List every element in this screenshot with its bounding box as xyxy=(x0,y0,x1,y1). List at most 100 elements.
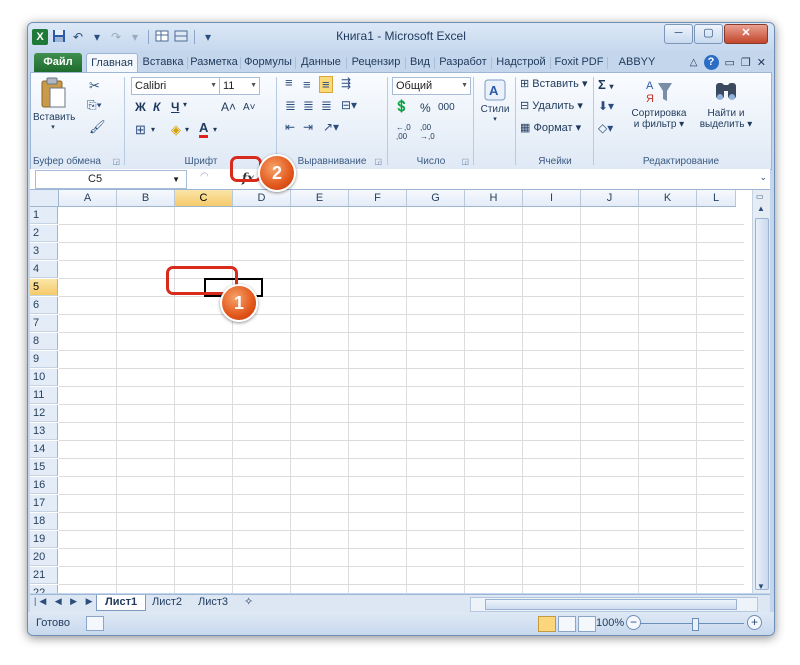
underline-button[interactable]: Ч xyxy=(171,100,179,114)
row-header-1[interactable]: 1 xyxy=(30,207,58,224)
help-icon[interactable]: ? xyxy=(703,55,719,70)
minimize-button[interactable]: ─ xyxy=(664,24,693,44)
split-box-icon[interactable]: ▭ xyxy=(756,192,764,201)
row-header-12[interactable]: 12 xyxy=(30,405,58,422)
row-header-5[interactable]: 5 xyxy=(30,279,58,296)
macro-record-icon[interactable] xyxy=(86,616,104,631)
normal-view-button[interactable] xyxy=(538,616,556,632)
close-button[interactable]: ✕ xyxy=(724,24,768,44)
bold-button[interactable]: Ж xyxy=(135,100,146,114)
maximize-button[interactable]: ▢ xyxy=(694,24,723,44)
sort-filter-button[interactable]: AЯ Сортировка и фильтр ▾ xyxy=(628,77,690,130)
fill-color-icon[interactable]: ◈ xyxy=(171,122,181,138)
row-header-14[interactable]: 14 xyxy=(30,441,58,458)
insert-cells-button[interactable]: ⊞ Вставить ▾ xyxy=(520,77,588,90)
sheet-tab-2[interactable]: Лист2 xyxy=(144,595,190,610)
row-header-13[interactable]: 13 xyxy=(30,423,58,440)
workbook-minimize-icon[interactable]: ▭ xyxy=(725,56,735,69)
tab-developer[interactable]: Разработ xyxy=(436,53,490,72)
column-header-b[interactable]: B xyxy=(117,190,175,207)
row-header-15[interactable]: 15 xyxy=(30,459,58,476)
vertical-scroll-thumb[interactable] xyxy=(755,218,769,590)
orientation-icon[interactable]: ↗▾ xyxy=(323,120,339,134)
formula-input[interactable] xyxy=(262,170,752,187)
workbook-close-icon[interactable]: ✕ xyxy=(757,56,766,69)
column-header-g[interactable]: G xyxy=(407,190,465,207)
row-header-9[interactable]: 9 xyxy=(30,351,58,368)
zoom-level[interactable]: 100% xyxy=(596,617,624,629)
fill-icon[interactable]: ⬇▾ xyxy=(598,99,614,113)
fill-dropdown-icon[interactable]: ▾ xyxy=(185,125,189,134)
column-header-e[interactable]: E xyxy=(291,190,349,207)
column-header-d[interactable]: D xyxy=(233,190,291,207)
grow-font-button[interactable]: A˄ xyxy=(221,100,236,114)
increase-decimal-button[interactable]: ←,0,00 xyxy=(396,123,411,141)
column-header-h[interactable]: H xyxy=(465,190,523,207)
align-top-icon[interactable]: ≡ xyxy=(285,75,293,90)
column-header-j[interactable]: J xyxy=(581,190,639,207)
minimize-ribbon-icon[interactable]: △ xyxy=(690,57,698,68)
row-header-4[interactable]: 4 xyxy=(30,261,58,278)
font-color-dropdown-icon[interactable]: ▾ xyxy=(213,125,217,134)
number-format-combo[interactable]: Общий ▼ xyxy=(392,77,471,95)
clear-icon[interactable]: ◇▾ xyxy=(598,121,613,135)
cut-icon[interactable]: ✂ xyxy=(89,78,100,94)
align-center-icon[interactable]: ≣ xyxy=(303,98,314,114)
tab-page-layout[interactable]: Разметка xyxy=(189,53,239,72)
tab-insert[interactable]: Вставка xyxy=(140,53,186,72)
page-break-view-button[interactable] xyxy=(578,616,596,632)
tab-data[interactable]: Данные xyxy=(297,53,345,72)
cell-area[interactable] xyxy=(59,207,744,593)
column-header-f[interactable]: F xyxy=(349,190,407,207)
row-header-21[interactable]: 21 xyxy=(30,567,58,584)
name-box[interactable]: C5 ▼ xyxy=(35,170,187,189)
cancel-entry-icon[interactable]: ◠ xyxy=(200,171,209,182)
tab-home[interactable]: Главная xyxy=(86,53,138,73)
tab-addins[interactable]: Надстрой xyxy=(493,53,549,72)
vertical-scrollbar[interactable]: ▭ ▲ ▼ xyxy=(752,190,770,593)
font-name-combo[interactable]: Calibri ▼ xyxy=(131,77,220,95)
tab-abbyy-pdf[interactable]: ABBYY PDF xyxy=(609,53,665,87)
select-all-corner[interactable] xyxy=(30,190,59,207)
horizontal-scrollbar[interactable] xyxy=(470,597,758,612)
chevron-down-icon[interactable]: ▼ xyxy=(172,171,180,188)
styles-button[interactable]: A Стили ▾ xyxy=(478,79,512,123)
currency-icon[interactable]: 💲 xyxy=(394,99,409,113)
column-header-k[interactable]: K xyxy=(639,190,697,207)
underline-dropdown-icon[interactable]: ▾ xyxy=(183,100,187,109)
scroll-down-icon[interactable]: ▼ xyxy=(757,582,765,591)
expand-formula-bar-icon[interactable]: ⌄ xyxy=(759,172,767,183)
autosum-button[interactable]: Σ ▾ xyxy=(598,77,613,92)
row-header-6[interactable]: 6 xyxy=(30,297,58,314)
row-header-7[interactable]: 7 xyxy=(30,315,58,332)
paste-dropdown-icon[interactable]: ▾ xyxy=(33,123,73,131)
borders-icon[interactable]: ⊞ xyxy=(135,122,146,138)
alignment-launcher-icon[interactable]: ◲ xyxy=(374,157,382,166)
sheet-nav-arrows[interactable]: |◀ ◀ ▶ ▶| xyxy=(34,596,101,607)
copy-icon[interactable]: ⎘▾ xyxy=(87,98,102,113)
font-color-button[interactable]: A xyxy=(199,121,209,138)
zoom-slider-knob[interactable] xyxy=(692,618,699,631)
format-cells-button[interactable]: ▦ Формат ▾ xyxy=(520,121,581,134)
delete-cells-button[interactable]: ⊟ Удалить ▾ xyxy=(520,99,583,112)
align-middle-icon[interactable]: ≡ xyxy=(303,77,311,92)
paste-button[interactable]: Вставить ▾ xyxy=(33,77,75,131)
column-header-l[interactable]: L xyxy=(697,190,736,207)
thousands-button[interactable]: 000 xyxy=(438,102,455,113)
sheet-tab-1[interactable]: Лист1 xyxy=(96,595,147,611)
tab-foxit-pdf[interactable]: Foxit PDF xyxy=(552,53,606,72)
decrease-decimal-button[interactable]: ,00 →,0 xyxy=(420,123,435,141)
font-size-combo[interactable]: 11 ▼ xyxy=(219,77,260,95)
row-header-10[interactable]: 10 xyxy=(30,369,58,386)
row-header-3[interactable]: 3 xyxy=(30,243,58,260)
zoom-out-button[interactable]: − xyxy=(626,615,641,630)
align-right-icon[interactable]: ≣ xyxy=(321,98,332,114)
row-header-22[interactable]: 22 xyxy=(30,585,58,593)
wrap-text-icon[interactable]: ⇶ xyxy=(341,76,351,90)
tab-review[interactable]: Рецензир xyxy=(348,53,404,72)
borders-dropdown-icon[interactable]: ▾ xyxy=(151,125,155,134)
clipboard-launcher-icon[interactable]: ◲ xyxy=(112,157,120,166)
align-left-icon[interactable]: ≣ xyxy=(285,98,296,114)
decrease-indent-icon[interactable]: ⇤ xyxy=(285,120,295,134)
page-layout-view-button[interactable] xyxy=(558,616,576,632)
